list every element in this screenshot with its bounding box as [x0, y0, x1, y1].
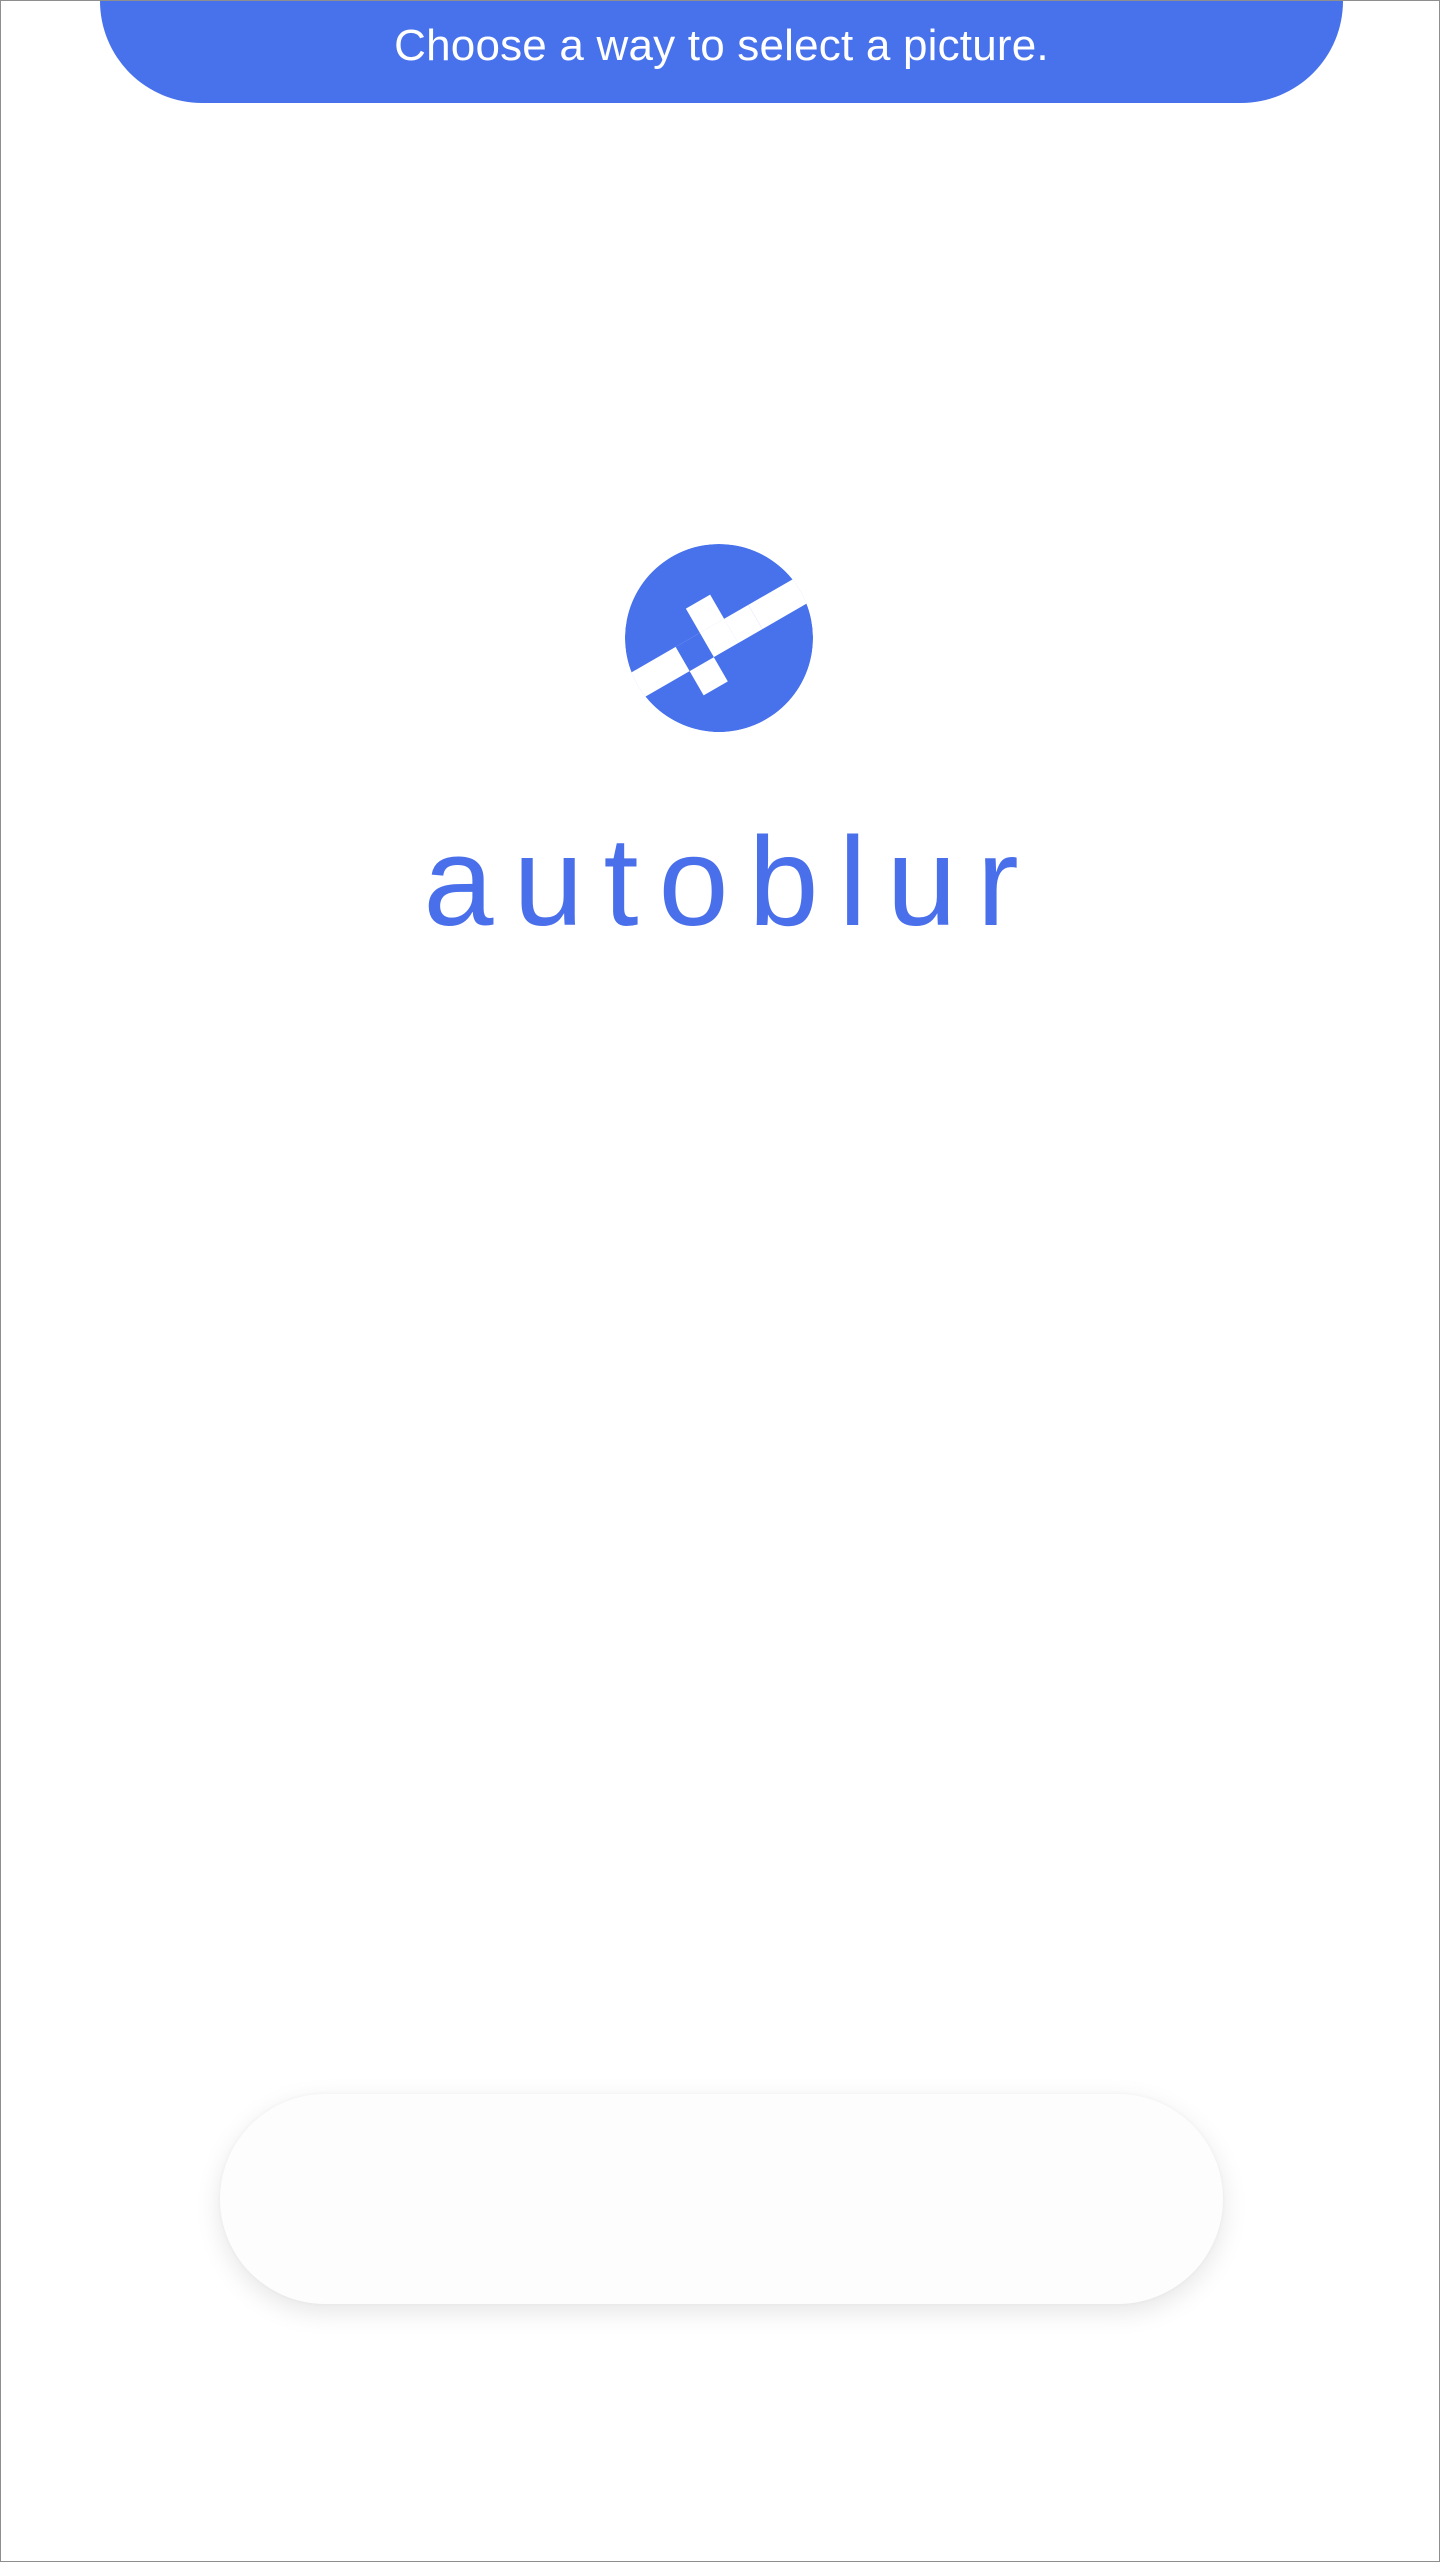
instruction-banner: Choose a way to select a picture. — [100, 1, 1343, 103]
select-picture-button[interactable] — [220, 2094, 1223, 2304]
instruction-text: Choose a way to select a picture. — [394, 21, 1049, 70]
app-screen: Choose a way to select a picture. autobl… — [0, 0, 1440, 2562]
brand-wordmark: autoblur — [423, 811, 1039, 952]
autoblur-logo-icon — [625, 544, 813, 732]
